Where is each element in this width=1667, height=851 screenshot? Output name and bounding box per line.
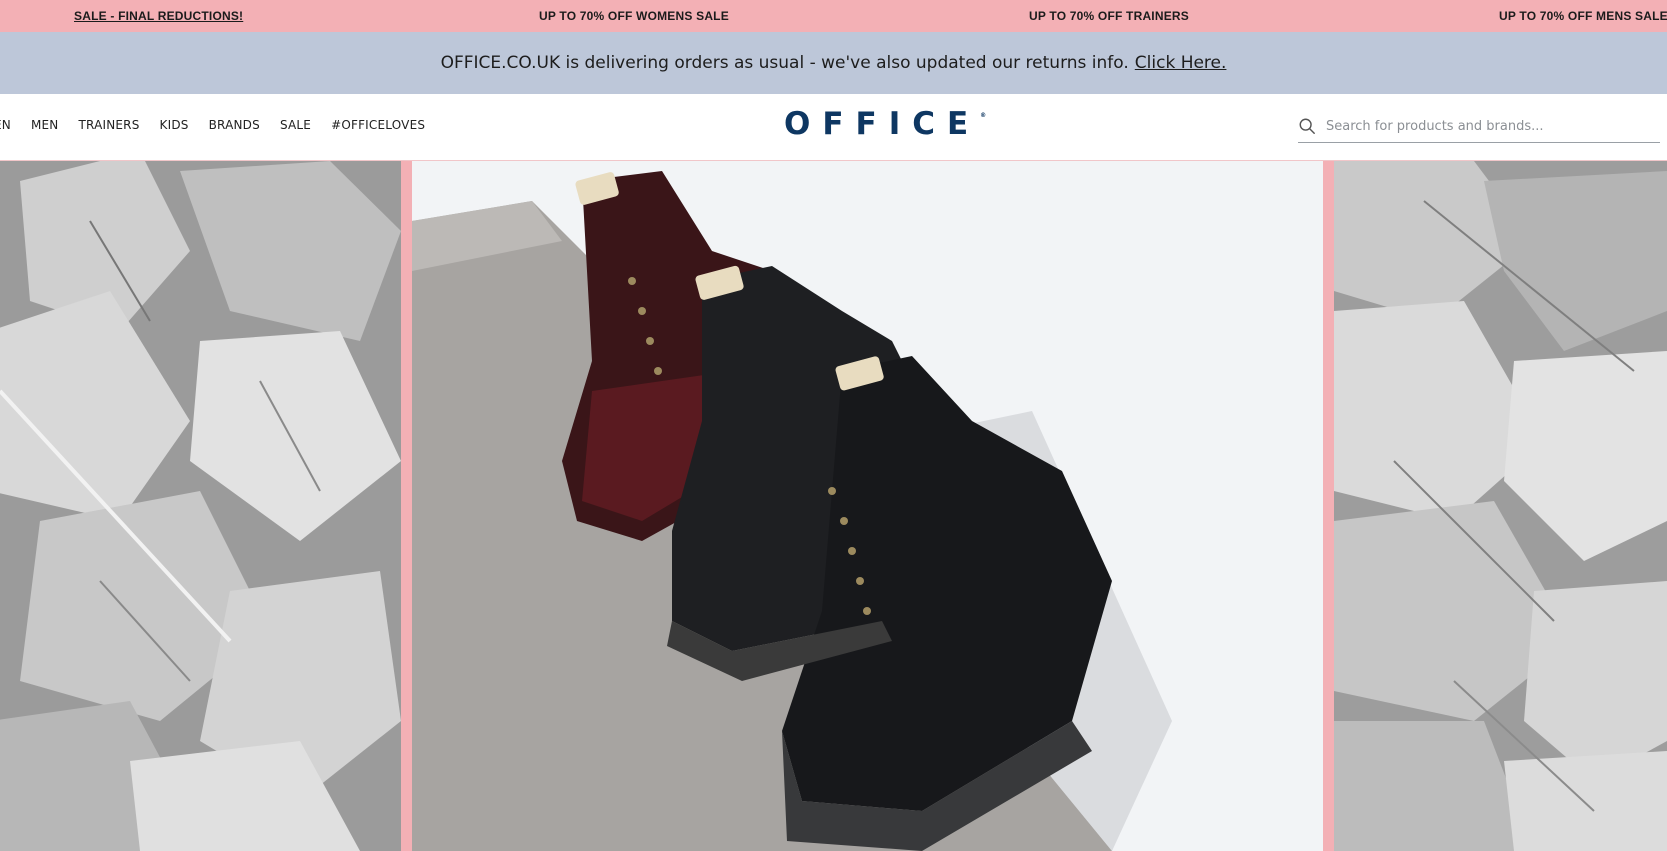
promo-link-sale[interactable]: SALE - FINAL REDUCTIONS!: [74, 9, 243, 23]
nav-item-trainers[interactable]: TRAINERS: [78, 118, 139, 132]
nav-item-kids[interactable]: KIDS: [160, 118, 189, 132]
site-header: EN MEN TRAINERS KIDS BRANDS SALE #OFFICE…: [0, 94, 1667, 161]
nav-item-officeloves[interactable]: #OFFICELOVES: [331, 118, 425, 132]
info-banner: OFFICE.CO.UK is delivering orders as usu…: [0, 32, 1667, 94]
info-banner-text: OFFICE.CO.UK is delivering orders as usu…: [440, 53, 1129, 73]
leaves-image-left: [0, 161, 401, 851]
returns-info-link[interactable]: Click Here.: [1135, 53, 1227, 73]
leaves-image-right: [1334, 161, 1667, 851]
boots-photo[interactable]: [412, 161, 1323, 851]
nav-item-brands[interactable]: BRANDS: [209, 118, 260, 132]
logo-text: OFFICE: [784, 106, 981, 142]
nav-item-men[interactable]: MEN: [31, 118, 59, 132]
main-nav: EN MEN TRAINERS KIDS BRANDS SALE #OFFICE…: [0, 118, 445, 132]
promo-link-mens[interactable]: UP TO 70% OFF MENS SALE: [1499, 9, 1667, 23]
hero-banner[interactable]: [0, 161, 1667, 851]
promo-link-womens[interactable]: UP TO 70% OFF WOMENS SALE: [539, 9, 729, 23]
nav-item-women[interactable]: EN: [0, 118, 11, 132]
search-input[interactable]: [1324, 117, 1648, 135]
search-bar[interactable]: [1298, 110, 1660, 143]
promo-link-trainers[interactable]: UP TO 70% OFF TRAINERS: [1029, 9, 1189, 23]
registered-mark: ®: [980, 112, 987, 119]
search-icon[interactable]: [1298, 117, 1316, 135]
promo-bar: SALE - FINAL REDUCTIONS! UP TO 70% OFF W…: [0, 0, 1667, 32]
nav-item-sale[interactable]: SALE: [280, 118, 311, 132]
office-logo[interactable]: OFFICE®: [784, 106, 986, 142]
